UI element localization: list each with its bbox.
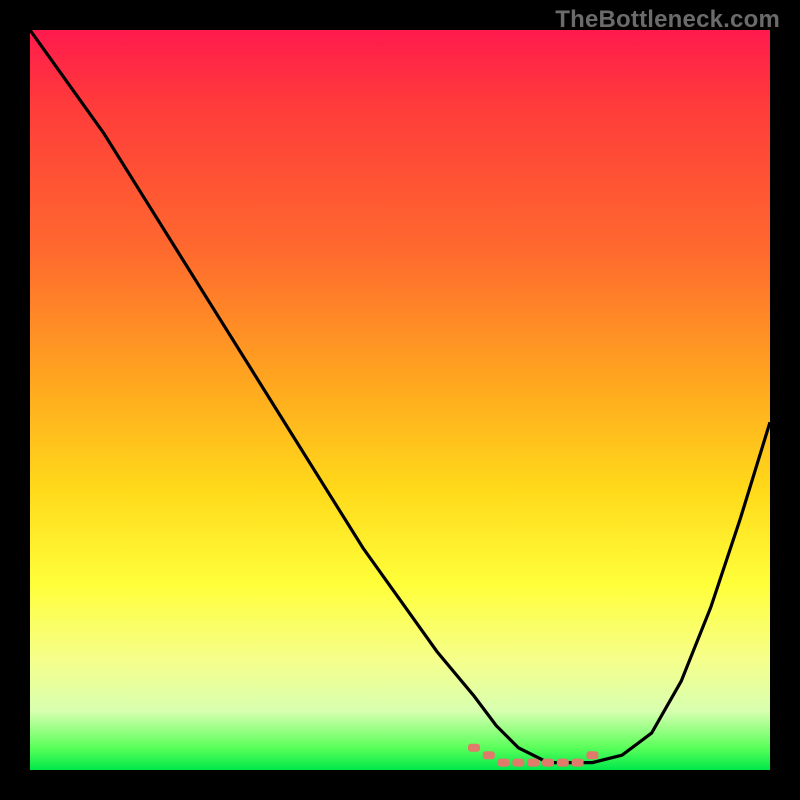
optimal-range-markers xyxy=(468,744,598,767)
bottleneck-curve xyxy=(30,30,770,763)
optimal-marker xyxy=(483,751,495,759)
optimal-marker xyxy=(468,744,480,752)
optimal-marker xyxy=(498,759,510,767)
plot-area xyxy=(30,30,770,770)
optimal-marker xyxy=(557,759,569,767)
optimal-marker xyxy=(542,759,554,767)
optimal-marker xyxy=(586,751,598,759)
curve-layer xyxy=(30,30,770,770)
optimal-marker xyxy=(572,759,584,767)
optimal-marker xyxy=(512,759,524,767)
chart-frame: TheBottleneck.com xyxy=(0,0,800,800)
optimal-marker xyxy=(527,759,539,767)
